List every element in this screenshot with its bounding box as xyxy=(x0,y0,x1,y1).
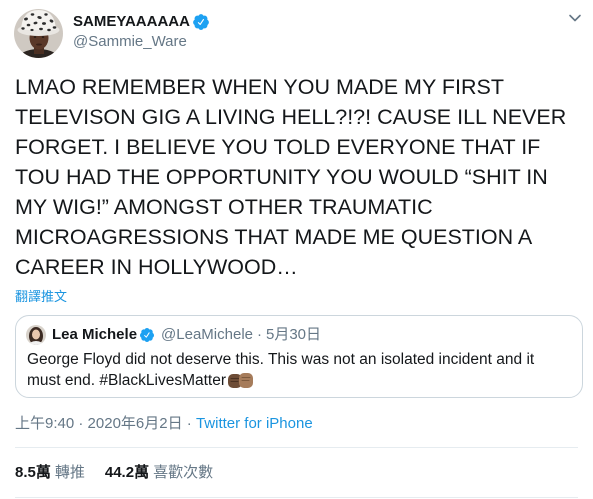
more-options-button[interactable] xyxy=(565,8,585,28)
retweets-count: 8.5萬 xyxy=(15,464,51,481)
retweets-stat[interactable]: 8.5萬 轉推 xyxy=(15,463,85,483)
translate-tweet-link[interactable]: 翻譯推文 xyxy=(15,288,67,305)
tweet-stats: 8.5萬 轉推 44.2萬 喜歡次數 xyxy=(15,463,233,483)
tweet-time[interactable]: 上午9:40 xyxy=(15,415,74,432)
tweet-source-link[interactable]: Twitter for iPhone xyxy=(196,415,313,432)
divider xyxy=(15,447,578,448)
divider xyxy=(15,497,578,498)
author-display-name[interactable]: SAMEYAAAAAA xyxy=(73,12,190,32)
likes-stat[interactable]: 44.2萬 喜歡次數 xyxy=(105,463,213,483)
author-name-row[interactable]: SAMEYAAAAAA xyxy=(73,12,210,32)
quoted-author-handle: @LeaMichele xyxy=(161,326,253,343)
raised-fists-emoji-icon xyxy=(228,373,254,388)
quoted-separator: · xyxy=(257,326,262,343)
verified-badge-icon xyxy=(140,328,155,342)
quoted-tweet-header: Lea Michele @LeaMichele · 5月30日 xyxy=(52,325,321,345)
author-handle[interactable]: @Sammie_Ware xyxy=(73,32,187,52)
quoted-tweet-text: George Floyd did not deserve this. This … xyxy=(27,351,535,389)
quoted-tweet-date: 5月30日 xyxy=(266,326,322,343)
tweet-meta: 上午9:40 · 2020年6月2日 · Twitter for iPhone xyxy=(15,414,313,434)
meta-separator: · xyxy=(78,415,84,432)
likes-count: 44.2萬 xyxy=(104,464,150,481)
tweet-text: LMAO REMEMBER WHEN YOU MADE MY FIRST TEL… xyxy=(15,75,567,279)
meta-separator: · xyxy=(186,415,192,432)
verified-badge-icon xyxy=(193,14,209,30)
quoted-author-name: Lea Michele xyxy=(52,326,138,343)
tweet-date[interactable]: 2020年6月2日 xyxy=(88,415,183,432)
retweets-label: 轉推 xyxy=(54,464,85,481)
chevron-down-icon xyxy=(569,14,581,22)
author-avatar[interactable] xyxy=(14,9,63,58)
quoted-tweet-body: George Floyd did not deserve this. This … xyxy=(27,349,552,391)
quoted-tweet[interactable]: Lea Michele @LeaMichele · 5月30日 George F… xyxy=(15,315,583,398)
quoted-author-avatar xyxy=(26,325,46,345)
likes-label: 喜歡次數 xyxy=(153,464,214,481)
